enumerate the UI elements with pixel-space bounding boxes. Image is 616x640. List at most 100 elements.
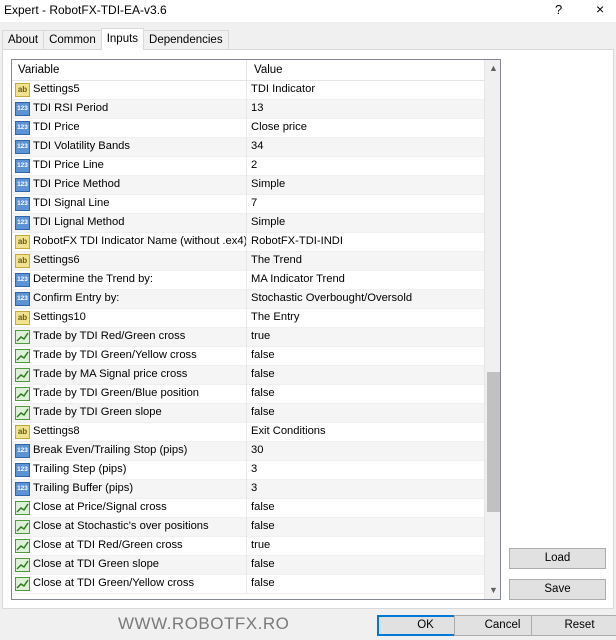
variable-name: Close at TDI Red/Green cross — [33, 539, 183, 551]
table-row[interactable]: 123 Trailing Buffer (pips) 3 — [12, 480, 484, 499]
variable-value[interactable]: The Trend — [251, 254, 302, 266]
variable-value[interactable]: Stochastic Overbought/Oversold — [251, 292, 412, 304]
table-row[interactable]: Trade by TDI Green/Yellow cross false — [12, 347, 484, 366]
table-row[interactable]: 123 TDI Price Close price — [12, 119, 484, 138]
table-row[interactable]: Trade by TDI Green/Blue position false — [12, 385, 484, 404]
help-icon[interactable]: ? — [555, 2, 562, 17]
tab-about[interactable]: About — [2, 30, 45, 50]
table-row[interactable]: 123 TDI Lignal Method Simple — [12, 214, 484, 233]
variable-value[interactable]: true — [251, 539, 270, 551]
variable-value[interactable]: true — [251, 330, 270, 342]
table-row[interactable]: 123 TDI Price Method Simple — [12, 176, 484, 195]
column-divider — [246, 366, 247, 385]
variable-value[interactable]: Exit Conditions — [251, 425, 326, 437]
variable-name: Trade by TDI Green slope — [33, 406, 162, 418]
variable-name: Settings6 — [33, 254, 80, 266]
tab-common[interactable]: Common — [43, 30, 102, 50]
table-row[interactable]: Close at TDI Red/Green cross true — [12, 537, 484, 556]
123-icon: 123 — [15, 273, 30, 287]
variable-value[interactable]: false — [251, 577, 275, 589]
variable-value[interactable]: The Entry — [251, 311, 300, 323]
variable-value[interactable]: false — [251, 406, 275, 418]
variable-value[interactable]: 34 — [251, 140, 263, 152]
variable-value[interactable]: RobotFX-TDI-INDI — [251, 235, 343, 247]
table-row[interactable]: 123 Confirm Entry by: Stochastic Overbough… — [12, 290, 484, 309]
variable-value[interactable]: Close price — [251, 121, 307, 133]
variable-name: TDI Lignal Method — [33, 216, 125, 228]
123-icon: 123 — [15, 463, 30, 477]
tab-dependencies[interactable]: Dependencies — [143, 30, 229, 50]
table-row[interactable]: Close at Price/Signal cross false — [12, 499, 484, 518]
123-icon: 123 — [15, 159, 30, 173]
header-variable[interactable]: Variable — [18, 64, 59, 76]
variable-value[interactable]: MA Indicator Trend — [251, 273, 345, 285]
variable-value[interactable]: false — [251, 368, 275, 380]
variable-value[interactable]: 3 — [251, 482, 257, 494]
vertical-scrollbar[interactable]: ▲ ▼ — [484, 60, 500, 599]
variable-value[interactable]: Simple — [251, 216, 285, 228]
column-divider — [246, 385, 247, 404]
table-row[interactable]: Close at Stochastic's over positions fals… — [12, 518, 484, 537]
header-value[interactable]: Value — [254, 64, 283, 76]
variable-name: Close at TDI Green slope — [33, 558, 160, 570]
save-button[interactable]: Save — [509, 579, 606, 600]
switch-icon — [15, 577, 30, 591]
table-row[interactable]: ab Settings8 Exit Conditions — [12, 423, 484, 442]
header-divider[interactable] — [246, 60, 247, 81]
close-icon[interactable]: × — [596, 1, 604, 17]
variable-value[interactable]: 2 — [251, 159, 257, 171]
column-divider — [246, 442, 247, 461]
table-row[interactable]: 123 TDI RSI Period 13 — [12, 100, 484, 119]
variable-value[interactable]: false — [251, 349, 275, 361]
123-icon: 123 — [15, 292, 30, 306]
variable-value[interactable]: false — [251, 520, 275, 532]
column-divider — [246, 309, 247, 328]
variable-value[interactable]: false — [251, 501, 275, 513]
column-divider — [246, 347, 247, 366]
scrollbar-thumb[interactable] — [487, 372, 500, 512]
variable-value[interactable]: false — [251, 558, 275, 570]
table-row[interactable]: ab Settings10 The Entry — [12, 309, 484, 328]
tab-inputs[interactable]: Inputs — [100, 28, 145, 50]
table-row[interactable]: 123 TDI Signal Line 7 — [12, 195, 484, 214]
variable-value[interactable]: 7 — [251, 197, 257, 209]
title-bar: Expert - RobotFX-TDI-EA-v3.6 ? × — [0, 0, 616, 22]
table-row[interactable]: 123 TDI Volatility Bands 34 — [12, 138, 484, 157]
window-title: Expert - RobotFX-TDI-EA-v3.6 — [4, 3, 167, 17]
variable-name: Trade by TDI Green/Yellow cross — [33, 349, 197, 361]
variable-value[interactable]: false — [251, 387, 275, 399]
variable-value[interactable]: 3 — [251, 463, 257, 475]
table-row[interactable]: 123 Break Even/Trailing Stop (pips) 30 — [12, 442, 484, 461]
variable-name: Close at TDI Green/Yellow cross — [33, 577, 195, 589]
chevron-up-icon[interactable]: ▲ — [485, 60, 500, 77]
variable-name: RobotFX TDI Indicator Name (without .ex4… — [33, 235, 248, 247]
variable-name: TDI Volatility Bands — [33, 140, 130, 152]
123-icon: 123 — [15, 140, 30, 154]
variable-value[interactable]: TDI Indicator — [251, 83, 315, 95]
table-row[interactable]: 123 TDI Price Line 2 — [12, 157, 484, 176]
variable-name: Settings8 — [33, 425, 80, 437]
variable-value[interactable]: Simple — [251, 178, 285, 190]
table-row[interactable]: ab Settings6 The Trend — [12, 252, 484, 271]
table-row[interactable]: 123 Determine the Trend by: MA Indicator T… — [12, 271, 484, 290]
column-divider — [246, 556, 247, 575]
variable-name: Trade by TDI Green/Blue position — [33, 387, 200, 399]
column-divider — [246, 157, 247, 176]
table-row[interactable]: Close at TDI Green/Yellow cross false — [12, 575, 484, 594]
table-row[interactable]: Trade by TDI Red/Green cross true — [12, 328, 484, 347]
load-button[interactable]: Load — [509, 548, 606, 569]
table-row[interactable]: 123 Trailing Step (pips) 3 — [12, 461, 484, 480]
column-divider — [246, 100, 247, 119]
variable-value[interactable]: 13 — [251, 102, 263, 114]
123-icon: 123 — [15, 216, 30, 230]
table-row[interactable]: Trade by TDI Green slope false — [12, 404, 484, 423]
variable-name: Determine the Trend by: — [33, 273, 154, 285]
chevron-down-icon[interactable]: ▼ — [485, 582, 500, 599]
variable-value[interactable]: 30 — [251, 444, 263, 456]
reset-button[interactable]: Reset — [531, 615, 616, 636]
table-row[interactable]: ab Settings5 TDI Indicator — [12, 81, 484, 100]
table-row[interactable]: Trade by MA Signal price cross false — [12, 366, 484, 385]
table-row[interactable]: ab RobotFX TDI Indicator Name (without .e… — [12, 233, 484, 252]
variable-name: TDI Signal Line — [33, 197, 110, 209]
table-row[interactable]: Close at TDI Green slope false — [12, 556, 484, 575]
